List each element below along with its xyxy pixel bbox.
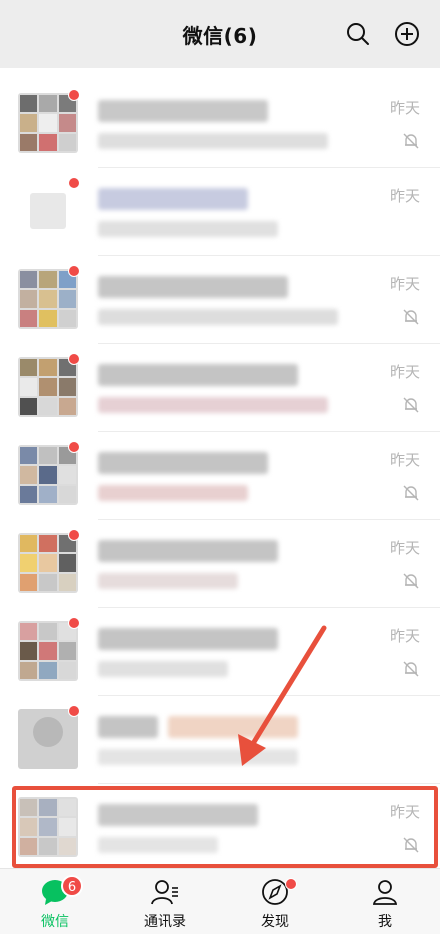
unread-dot: [68, 265, 80, 277]
chat-preview-blurred: [98, 661, 228, 677]
chat-name-blurred: [98, 716, 158, 738]
search-icon[interactable]: [345, 21, 371, 47]
chat-name-blurred: [98, 276, 288, 298]
chat-preview-blurred: [98, 221, 278, 237]
unread-dot: [68, 177, 80, 189]
chat-preview-blurred: [98, 749, 298, 765]
profile-icon: [372, 880, 398, 905]
chat-item[interactable]: 昨天: [0, 432, 440, 520]
unread-dot: [68, 529, 80, 541]
tab-label: 通讯录: [144, 914, 186, 930]
tab-contacts[interactable]: 通讯录: [110, 869, 220, 934]
chat-time: 昨天: [389, 363, 420, 381]
group-avatar: [18, 357, 78, 417]
mute-bell-icon: [403, 573, 419, 589]
unread-dot: [68, 89, 80, 101]
unread-count-badge: 6: [61, 875, 83, 897]
mute-bell-icon: [403, 485, 419, 501]
unread-dot: [68, 705, 80, 717]
chat-item[interactable]: 昨天: [0, 344, 440, 432]
mute-bell-icon: [403, 661, 419, 677]
chat-time: 昨天: [389, 627, 420, 645]
group-avatar: [18, 93, 78, 153]
chat-name-blurred: [98, 540, 278, 562]
chat-name-blurred: [98, 364, 298, 386]
group-avatar: [18, 621, 78, 681]
tab-discover[interactable]: 发现: [220, 869, 330, 934]
group-avatar: [18, 533, 78, 593]
top-bar: 微信(6): [0, 0, 440, 68]
tab-label: 我: [378, 914, 392, 930]
chat-item[interactable]: [0, 696, 440, 784]
chat-item[interactable]: 昨天: [0, 80, 440, 168]
group-avatar: [18, 269, 78, 329]
chat-preview-blurred: [98, 485, 248, 501]
tab-chats[interactable]: 6 微信: [0, 869, 110, 934]
contacts-icon: [151, 880, 178, 905]
chat-preview-blurred: [98, 573, 238, 589]
unread-dot: [68, 617, 80, 629]
bottom-tab-bar: 6 微信 通讯录 发现 我: [0, 868, 440, 934]
group-avatar: [18, 445, 78, 505]
highlight-box: [12, 786, 438, 868]
chat-preview-blurred: [98, 133, 328, 149]
tab-me[interactable]: 我: [330, 869, 440, 934]
chat-time: 昨天: [389, 539, 420, 557]
tab-label: 微信: [41, 914, 69, 930]
chat-name-blurred: [98, 100, 268, 122]
add-icon[interactable]: [394, 21, 420, 47]
chat-time: 昨天: [389, 451, 420, 469]
chat-time: 昨天: [389, 99, 420, 117]
chat-item[interactable]: 昨天: [0, 256, 440, 344]
mute-bell-icon: [403, 397, 419, 413]
chat-name-blurred: [168, 716, 298, 738]
tab-label: 发现: [261, 914, 289, 930]
mute-bell-icon: [403, 133, 419, 149]
chat-preview-blurred: [98, 309, 338, 325]
chat-preview-blurred: [98, 397, 328, 413]
chat-time: 昨天: [389, 275, 420, 293]
chat-time: 昨天: [389, 187, 420, 205]
unread-dot: [68, 441, 80, 453]
chat-name-blurred: [98, 628, 278, 650]
chat-name-blurred: [98, 188, 248, 210]
chat-item[interactable]: 昨天: [0, 168, 440, 256]
mute-bell-icon: [403, 309, 419, 325]
chat-avatar: [18, 181, 78, 241]
page-title: 微信(6): [182, 23, 258, 48]
unread-dot: [68, 353, 80, 365]
chat-avatar: [18, 709, 78, 769]
discover-dot: [285, 878, 297, 890]
chat-item[interactable]: 昨天: [0, 520, 440, 608]
chat-item[interactable]: 昨天: [0, 608, 440, 696]
chat-name-blurred: [98, 452, 268, 474]
